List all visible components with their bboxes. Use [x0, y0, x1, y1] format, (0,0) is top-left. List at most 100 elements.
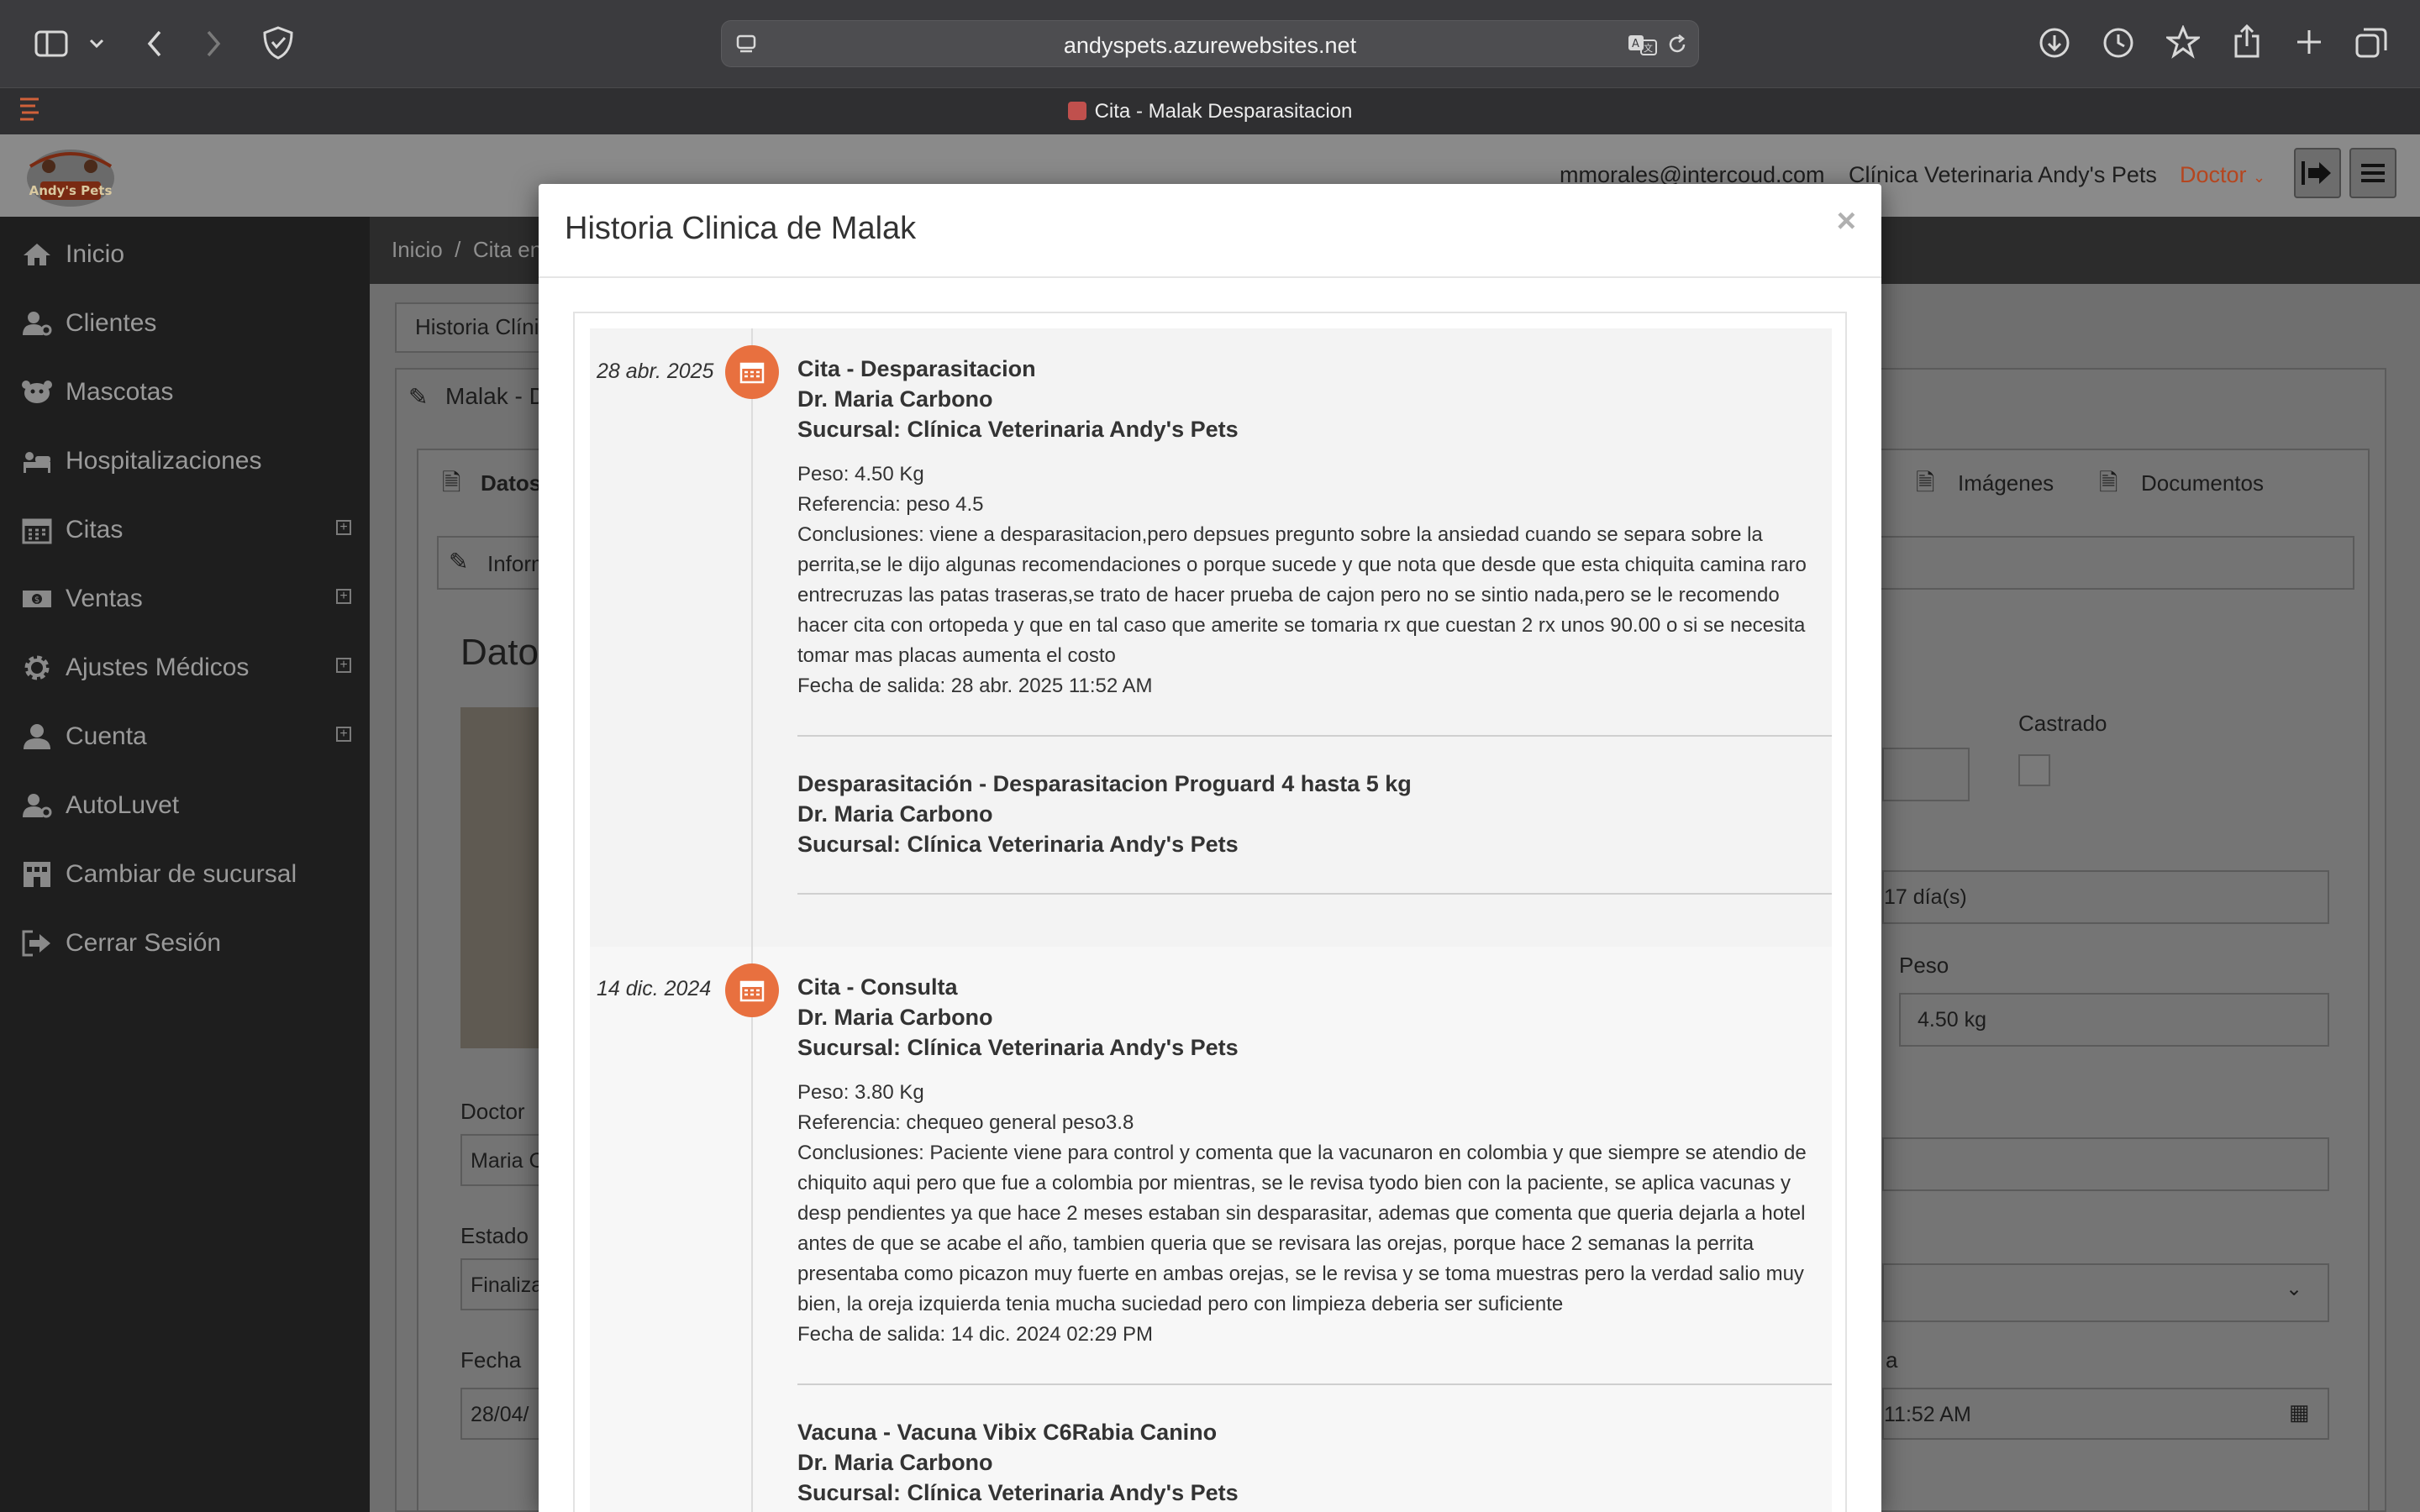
sub-entry-doctor: Dr. Maria Carbono [797, 801, 993, 827]
calendar-icon[interactable]: ▦ [2289, 1399, 2310, 1425]
star-icon[interactable] [2165, 24, 2202, 60]
entry-salida: Fecha de salida: 14 dic. 2024 02:29 PM [797, 1323, 1153, 1346]
tab-active[interactable]: Cita - Malak Desparasitacion [0, 100, 2420, 123]
sidebar-item-label: Cuenta [66, 722, 147, 750]
divider [797, 893, 1832, 895]
sidebar-item-label: Ventas [66, 585, 143, 612]
sidebar-item-cambiar-sucursal[interactable]: Cambiar de sucursal [0, 848, 370, 901]
expand-icon[interactable]: + [336, 520, 351, 535]
user-gear-icon [18, 792, 55, 819]
menu-button[interactable] [2349, 148, 2396, 198]
logo-text: Andy's Pets [29, 183, 113, 198]
sidebar-item-ajustes-medicos[interactable]: Ajustes Médicos + [0, 641, 370, 695]
entry-doctor: Dr. Maria Carbono [797, 1005, 993, 1030]
sidebar-item-cuenta[interactable]: Cuenta + [0, 710, 370, 764]
history-icon[interactable] [2101, 25, 2136, 60]
new-tab-icon[interactable] [2292, 25, 2326, 59]
sub-entry-doctor: Dr. Maria Carbono [797, 1450, 993, 1475]
age-value: 17 día(s) [1884, 885, 1967, 909]
paw-icon [18, 380, 55, 405]
sidebar-item-ventas[interactable]: $ Ventas + [0, 572, 370, 626]
clinic-name[interactable]: Clínica Veterinaria Andy's Pets [1849, 162, 2157, 188]
url-text: andyspets.azurewebsites.net [1063, 33, 1357, 58]
clinic-logo[interactable]: Andy's Pets [24, 141, 118, 210]
castrado-label: Castrado [2018, 711, 2107, 736]
sidebar-item-inicio[interactable]: Inicio [0, 228, 370, 281]
entry-date: 14 dic. 2024 [597, 977, 712, 1000]
hora-value: 11:52 AM [1884, 1403, 1971, 1426]
close-icon[interactable]: × [1837, 202, 1856, 240]
svg-text:$: $ [34, 596, 39, 605]
tab-imagenes[interactable]: Imágenes [1958, 470, 2054, 496]
calendar-icon [725, 345, 779, 399]
fecha-label: Fecha [460, 1347, 522, 1373]
chevron-down-icon: ⌄ [2286, 1278, 2303, 1300]
expand-icon[interactable]: + [336, 727, 351, 742]
browser-toolbar: andyspets.azurewebsites.net A文 [0, 0, 2420, 87]
sidebar-item-mascotas[interactable]: Mascotas [0, 365, 370, 419]
peso-label: Peso [1899, 953, 1949, 978]
sidebar-item-label: Cambiar de sucursal [66, 860, 297, 888]
logout-button[interactable] [2294, 148, 2341, 198]
user-icon [18, 723, 55, 750]
sign-out-icon [18, 929, 55, 958]
sidebar-toggle-icon[interactable] [32, 25, 71, 62]
entry-branch: Sucursal: Clínica Veterinaria Andy's Pet… [797, 1035, 1239, 1060]
svg-text:A: A [1632, 38, 1639, 50]
reload-icon[interactable] [1665, 33, 1690, 56]
timeline-entry: 14 dic. 2024 Cita - Consulta Dr. Maria C… [590, 947, 1832, 1512]
breadcrumb-current[interactable]: Cita en [473, 237, 542, 262]
entry-doctor: Dr. Maria Carbono [797, 386, 993, 412]
entry-conclusiones-line: chiquito aqui pero que fue a colombia po… [797, 1172, 1791, 1194]
expand-icon[interactable]: + [336, 658, 351, 673]
tab-documentos[interactable]: Documentos [2141, 470, 2264, 496]
calendar-icon [725, 963, 779, 1017]
chevron-down-icon[interactable] [87, 29, 106, 59]
doctor-label: Doctor [460, 1099, 525, 1124]
sidebar-item-label: Ajustes Médicos [66, 654, 250, 681]
sidebar-item-autoluvet[interactable]: AutoLuvet [0, 779, 370, 832]
entry-title: Cita - Consulta [797, 974, 958, 1000]
sidebar-item-label: Mascotas [66, 378, 174, 406]
entry-conclusiones-line: antes de que se acabe el año, tambien qu… [797, 1232, 1754, 1255]
gear-icon [18, 653, 55, 683]
doctor-value: Maria C [471, 1149, 544, 1173]
fecha-value: 28/04/ [471, 1403, 529, 1426]
translate-icon[interactable]: A文 [1626, 33, 1660, 56]
document-icon: 🗎 [2099, 470, 2118, 496]
tab-datos[interactable]: Datos [481, 470, 541, 496]
entry-conclusiones-line: Conclusiones: viene a desparasitacion,pe… [797, 523, 1763, 546]
field-partial[interactable] [1882, 748, 1970, 801]
sidebar-item-clientes[interactable]: Clientes [0, 297, 370, 350]
select-partial[interactable] [1882, 1263, 2329, 1322]
share-icon[interactable] [2230, 22, 2264, 60]
forward-icon[interactable] [200, 25, 227, 62]
entry-body: Cita - Consulta Dr. Maria Carbono Sucurs… [797, 972, 1832, 1508]
field-partial-2[interactable] [1882, 1137, 2329, 1191]
download-icon[interactable] [2037, 25, 2072, 60]
divider [797, 735, 1832, 737]
address-bar[interactable]: andyspets.azurewebsites.net A文 [721, 20, 1699, 67]
breadcrumb: Inicio / Cita en [392, 237, 542, 263]
hora-label: a [1886, 1347, 1898, 1373]
tabs-overview-icon[interactable] [2353, 25, 2390, 60]
sidebar-item-citas[interactable]: Citas + [0, 503, 370, 557]
entry-conclusiones-line: presentaba como picazon muy fuerte en am… [797, 1263, 1804, 1285]
document-icon: 🗎 [1916, 470, 1935, 496]
bed-icon [18, 449, 55, 474]
role-dropdown[interactable]: Doctor ⌄ [2180, 162, 2265, 188]
expand-icon[interactable]: + [336, 589, 351, 604]
entry-salida: Fecha de salida: 28 abr. 2025 11:52 AM [797, 675, 1153, 697]
money-icon: $ [18, 588, 55, 610]
shield-icon[interactable] [260, 24, 296, 62]
estado-value: Finaliza [471, 1273, 544, 1297]
sidebar-item-cerrar-sesion[interactable]: Cerrar Sesión [0, 916, 370, 970]
sidebar-item-hospitalizaciones[interactable]: Hospitalizaciones [0, 434, 370, 488]
castrado-checkbox[interactable] [2018, 754, 2050, 786]
back-icon[interactable] [141, 25, 168, 62]
sub-entry-title: Vacuna - Vacuna Vibix C6Rabia Canino [797, 1420, 1218, 1445]
modal-header: Historia Clinica de Malak × [539, 184, 1881, 278]
breadcrumb-home[interactable]: Inicio [392, 237, 443, 262]
modal-title: Historia Clinica de Malak [565, 211, 917, 246]
tab-favicon-left [17, 94, 42, 128]
